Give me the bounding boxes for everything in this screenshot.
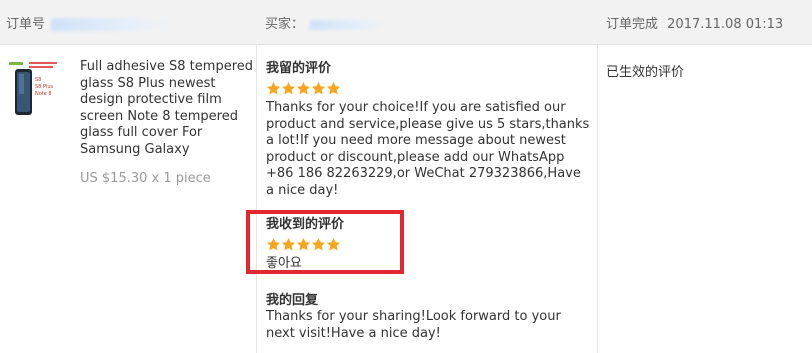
order-completed-label: 订单完成	[606, 17, 659, 32]
column-divider	[597, 45, 598, 353]
star-icon	[266, 81, 281, 96]
product-price: US $15.30 x 1 piece	[80, 171, 211, 186]
star-icon	[281, 81, 296, 96]
buyer: 买家：	[265, 13, 391, 32]
order-completed-time: 2017.11.08 01:13	[667, 17, 784, 32]
my-review-title: 我留的评价	[266, 61, 332, 76]
column-divider	[256, 45, 257, 353]
order-row: S8 S8 Plus Note 8 Full adhesive S8 tempe…	[0, 45, 812, 353]
my-review-text: Thanks for your choice!If you are satisf…	[266, 100, 590, 198]
my-reply-text: Thanks for your sharing!Look forward to …	[266, 309, 561, 341]
my-reply-title: 我的回复	[266, 293, 319, 308]
my-review-section: 我留的评价 Thanks for your choice!If you are …	[266, 61, 591, 199]
review-status: 已生效的评价	[606, 65, 685, 80]
order-header: 订单号 买家： 订单完成 2017.11.08 01:13	[0, 0, 812, 45]
buyer-label: 买家：	[265, 17, 305, 32]
order-number-redacted	[51, 18, 172, 31]
order-number-label: 订单号	[6, 17, 46, 32]
highlight-box	[246, 210, 404, 274]
star-icon	[296, 81, 311, 96]
product-thumbnail[interactable]: S8 S8 Plus Note 8	[7, 59, 61, 125]
thumb-label-s8: S8	[35, 77, 41, 83]
my-reply-section: 我的回复 Thanks for your sharing!Look forwar…	[266, 293, 591, 342]
product-title-link[interactable]: Full adhesive S8 tempered glass S8 Plus …	[80, 59, 255, 158]
order-number: 订单号	[6, 13, 172, 32]
my-review-stars	[266, 81, 591, 97]
star-icon	[311, 81, 326, 96]
thumb-label-note8: Note 8	[35, 91, 52, 97]
buyer-name-redacted	[310, 19, 391, 30]
order-completed: 订单完成 2017.11.08 01:13	[606, 13, 783, 32]
thumb-label-s8plus: S8 Plus	[35, 84, 54, 90]
star-icon	[326, 81, 341, 96]
